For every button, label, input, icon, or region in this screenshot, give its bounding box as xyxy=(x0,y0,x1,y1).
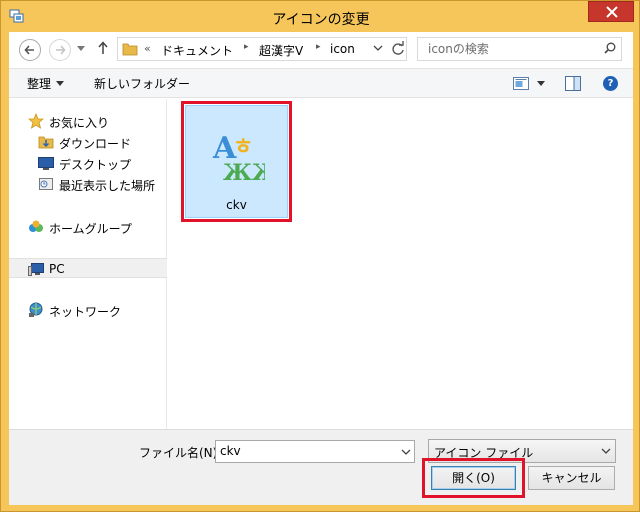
nav-item-desktop[interactable]: デスクトップ xyxy=(9,153,167,173)
view-options-caret-icon[interactable] xyxy=(537,81,545,86)
dialog-client: « ドキュメント ▸ 超漢字V ▸ icon iconの検索 整理 新しいフォル… xyxy=(9,32,633,505)
preview-pane-icon[interactable] xyxy=(565,76,581,91)
nav-item-label: PC xyxy=(49,262,65,276)
nav-item-pc[interactable]: PC xyxy=(9,258,167,278)
file-name: ckv xyxy=(226,198,247,212)
help-icon[interactable]: ? xyxy=(603,76,618,91)
close-icon xyxy=(606,6,618,18)
cancel-button[interactable]: キャンセル xyxy=(528,466,615,490)
change-view-icon[interactable] xyxy=(513,77,529,90)
nav-item-label: 最近表示した場所 xyxy=(59,179,156,193)
filename-field[interactable] xyxy=(215,440,415,463)
organize-button[interactable]: 整理 xyxy=(27,75,51,92)
nav-item-label: デスクトップ xyxy=(59,158,132,172)
filename-label: ファイル名(N): xyxy=(139,446,222,460)
nav-item-label: ホームグループ xyxy=(49,222,132,236)
recent-places-icon xyxy=(39,178,53,190)
file-list: A ㅎ ЖЖ ckv xyxy=(168,99,633,429)
ckv-app-icon: A ㅎ ЖЖ xyxy=(212,131,265,184)
svg-text:ㅎ: ㅎ xyxy=(233,135,253,160)
breadcrumb-documents[interactable]: ドキュメント xyxy=(161,42,233,59)
nav-item-homegroup[interactable]: ホームグループ xyxy=(9,217,167,237)
search-input[interactable] xyxy=(428,41,588,57)
back-button[interactable] xyxy=(19,39,41,61)
open-button[interactable]: 開く(O) xyxy=(431,466,516,490)
address-bar[interactable]: « ドキュメント ▸ 超漢字V ▸ icon xyxy=(117,37,407,61)
forward-button[interactable] xyxy=(49,39,71,61)
nav-item-downloads[interactable]: ダウンロード xyxy=(9,132,167,152)
file-item[interactable]: A ㅎ ЖЖ ckv xyxy=(185,105,288,218)
pc-icon xyxy=(28,263,44,276)
forward-arrow-icon xyxy=(56,45,66,55)
desktop-icon xyxy=(38,157,54,170)
refresh-icon[interactable] xyxy=(390,41,406,57)
breadcrumb-icon[interactable]: icon xyxy=(330,42,355,56)
nav-item-label: お気に入り xyxy=(49,116,110,130)
breadcrumb-separator-icon[interactable]: ▸ xyxy=(316,42,321,52)
homegroup-icon xyxy=(29,220,43,232)
nav-item-label: ダウンロード xyxy=(59,137,132,151)
breadcrumb-chokanji[interactable]: 超漢字V xyxy=(259,42,303,59)
chevron-down-icon[interactable] xyxy=(401,449,411,456)
chevron-down-icon xyxy=(601,448,611,454)
dialog-window: アイコンの変更 « ドキュメント ▸ 超漢字V ▸ icon iconの検索 整… xyxy=(0,0,640,512)
address-overflow-chevron[interactable]: « xyxy=(144,42,151,55)
nav-item-recent-places[interactable]: 最近表示した場所 xyxy=(9,174,167,194)
nav-item-label: ネットワーク xyxy=(49,305,122,319)
filetype-value: アイコン ファイル xyxy=(434,446,534,460)
folder-icon xyxy=(122,43,138,56)
search-box[interactable] xyxy=(417,37,622,61)
new-folder-button[interactable]: 新しいフォルダー xyxy=(94,75,190,92)
recent-locations-dropdown-icon[interactable] xyxy=(77,46,85,52)
filename-input[interactable] xyxy=(220,444,390,458)
command-bar: 整理 新しいフォルダー ? xyxy=(9,68,633,98)
window-title: アイコンの変更 xyxy=(272,12,370,28)
breadcrumb-separator-icon[interactable]: ▸ xyxy=(244,42,249,52)
chevron-down-icon[interactable] xyxy=(373,45,383,52)
bottom-panel: ファイル名(N): アイコン ファイル 開く(O) キャンセル xyxy=(9,429,633,505)
downloads-icon xyxy=(38,136,54,149)
svg-text:ЖЖ: ЖЖ xyxy=(223,160,265,184)
organize-caret-icon[interactable] xyxy=(56,81,64,86)
nav-item-favorites[interactable]: お気に入り xyxy=(9,111,167,131)
up-arrow-icon[interactable] xyxy=(97,41,109,55)
nav-item-network[interactable]: ネットワーク xyxy=(9,300,167,320)
title-bar[interactable]: アイコンの変更 xyxy=(1,1,640,33)
filetype-select[interactable]: アイコン ファイル xyxy=(428,439,616,463)
search-icon[interactable] xyxy=(604,42,616,54)
star-icon xyxy=(28,113,44,129)
network-icon xyxy=(29,302,43,317)
navigation-pane: お気に入り ダウンロード デスクトップ 最近表示した場所 ホームグループ PC … xyxy=(9,99,167,429)
back-arrow-icon xyxy=(24,45,34,55)
close-button[interactable] xyxy=(588,1,634,22)
address-row: « ドキュメント ▸ 超漢字V ▸ icon xyxy=(9,32,633,68)
